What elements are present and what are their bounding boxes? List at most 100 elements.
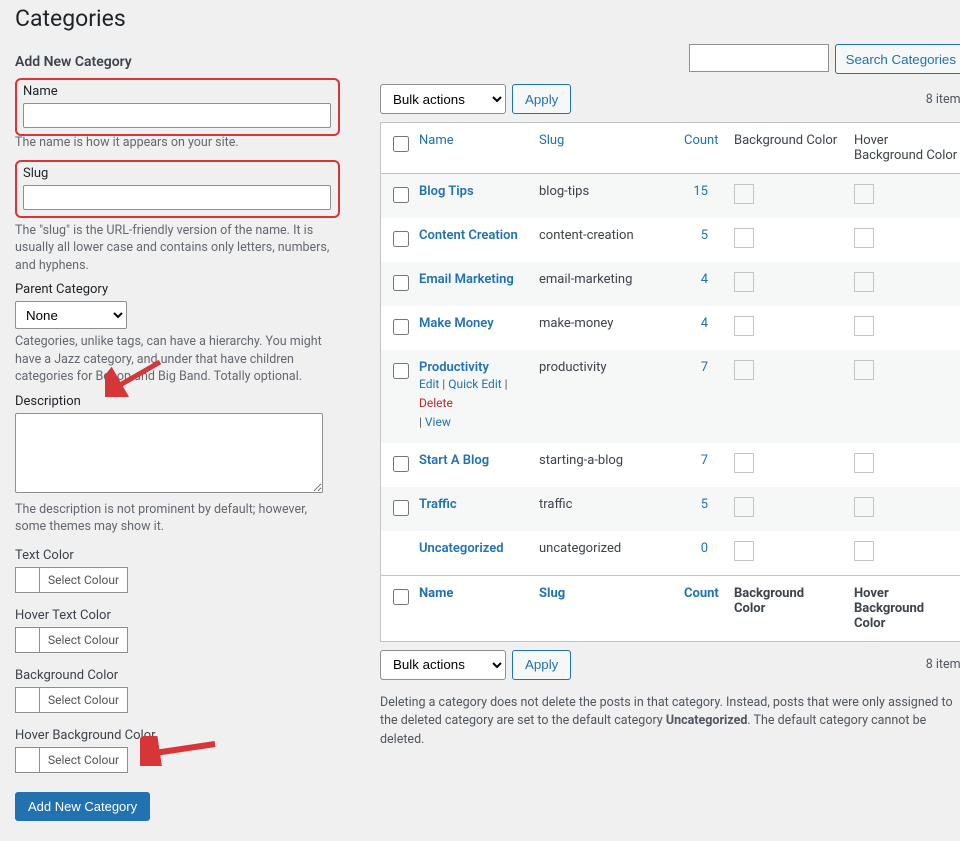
table-row: Start A Blog starting-a-blog 7 xyxy=(381,443,960,487)
column-footer-name[interactable]: Name xyxy=(419,586,453,601)
name-highlight-box: Name xyxy=(15,78,340,136)
text-color-picker[interactable]: Select Colour xyxy=(15,567,128,593)
column-header-name[interactable]: Name xyxy=(419,133,454,148)
apply-button-bottom[interactable]: Apply xyxy=(512,650,571,680)
bg-color-swatch xyxy=(734,228,754,248)
category-count-link[interactable]: 5 xyxy=(684,228,718,243)
column-footer-hbg: Hover Background Color xyxy=(846,575,960,641)
row-checkbox[interactable] xyxy=(393,319,409,335)
search-input[interactable] xyxy=(689,44,829,72)
hover-bg-color-swatch xyxy=(854,497,874,517)
apply-button-top[interactable]: Apply xyxy=(512,84,571,114)
select-all-top-checkbox[interactable] xyxy=(393,136,409,152)
row-checkbox[interactable] xyxy=(393,275,409,291)
bulk-actions-select-top[interactable]: Bulk actions xyxy=(380,84,506,114)
bg-color-swatch xyxy=(734,184,754,204)
parent-category-hint: Categories, unlike tags, can have a hier… xyxy=(15,333,335,386)
bg-color-swatch xyxy=(734,316,754,336)
column-footer-slug[interactable]: Slug xyxy=(539,586,565,601)
text-color-label: Text Color xyxy=(15,548,340,563)
column-header-bg: Background Color xyxy=(726,123,846,174)
description-label: Description xyxy=(15,394,340,409)
table-row: Traffic traffic 5 xyxy=(381,487,960,531)
category-name-link[interactable]: Email Marketing xyxy=(419,272,514,287)
items-count-top: 8 items xyxy=(926,92,960,107)
hover-background-color-label: Hover Background Color xyxy=(15,728,340,743)
row-checkbox[interactable] xyxy=(393,187,409,203)
bg-color-swatch xyxy=(734,360,754,380)
select-all-bottom-checkbox[interactable] xyxy=(393,589,409,605)
hover-bg-color-swatch xyxy=(854,272,874,292)
hover-text-color-label: Hover Text Color xyxy=(15,608,340,623)
row-checkbox[interactable] xyxy=(393,456,409,472)
hover-bg-color-swatch xyxy=(854,184,874,204)
hover-bg-color-swatch xyxy=(854,360,874,380)
hover-bg-color-swatch xyxy=(854,453,874,473)
color-swatch xyxy=(16,568,40,592)
color-swatch xyxy=(16,688,40,712)
categories-table: Name Slug Count Background Color Hover B… xyxy=(381,123,960,641)
category-count-link[interactable]: 7 xyxy=(684,360,718,375)
parent-category-select[interactable]: None xyxy=(15,301,127,329)
column-header-hbg: Hover Background Color xyxy=(846,123,960,174)
category-name-link[interactable]: Content Creation xyxy=(419,228,518,243)
row-action-edit[interactable]: Edit xyxy=(419,377,439,391)
name-label: Name xyxy=(23,84,332,99)
hover-background-color-picker[interactable]: Select Colour xyxy=(15,747,128,773)
column-header-count[interactable]: Count xyxy=(684,133,718,148)
category-count-link[interactable]: 15 xyxy=(684,184,718,199)
row-action-quick-edit[interactable]: Quick Edit xyxy=(448,377,501,391)
description-textarea[interactable] xyxy=(15,413,323,493)
category-slug: traffic xyxy=(531,487,676,531)
category-name-link[interactable]: Traffic xyxy=(419,497,457,512)
category-name-link[interactable]: Make Money xyxy=(419,316,494,331)
delete-note: Deleting a category does not delete the … xyxy=(380,694,960,750)
color-swatch xyxy=(16,628,40,652)
table-row: Blog Tips blog-tips 15 xyxy=(381,174,960,219)
name-input[interactable] xyxy=(23,103,331,128)
row-action-view[interactable]: View xyxy=(425,415,451,429)
items-count-bottom: 8 items xyxy=(926,657,960,672)
search-categories-button[interactable]: Search Categories xyxy=(835,44,960,74)
slug-label: Slug xyxy=(23,166,332,181)
table-row: Content Creation content-creation 5 xyxy=(381,218,960,262)
row-checkbox[interactable] xyxy=(393,231,409,247)
bg-color-swatch xyxy=(734,541,754,561)
table-row: Email Marketing email-marketing 4 xyxy=(381,262,960,306)
hover-bg-color-swatch xyxy=(854,541,874,561)
slug-highlight-box: Slug xyxy=(15,160,340,218)
bulk-actions-select-bottom[interactable]: Bulk actions xyxy=(380,650,506,680)
category-name-link[interactable]: Productivity xyxy=(419,360,489,375)
add-new-category-button[interactable]: Add New Category xyxy=(15,792,150,821)
category-count-link[interactable]: 4 xyxy=(684,272,718,287)
category-slug: content-creation xyxy=(531,218,676,262)
column-footer-bg: Background Color xyxy=(726,575,846,641)
add-new-category-heading: Add New Category xyxy=(15,54,340,70)
row-action-delete[interactable]: Delete xyxy=(419,396,453,410)
column-footer-count[interactable]: Count xyxy=(684,586,719,601)
bg-color-swatch xyxy=(734,453,754,473)
category-name-link[interactable]: Start A Blog xyxy=(419,453,489,468)
category-count-link[interactable]: 4 xyxy=(684,316,718,331)
slug-hint: The "slug" is the URL-friendly version o… xyxy=(15,222,335,275)
hover-bg-color-swatch xyxy=(854,228,874,248)
hover-text-color-picker[interactable]: Select Colour xyxy=(15,627,128,653)
category-slug: email-marketing xyxy=(531,262,676,306)
row-checkbox[interactable] xyxy=(393,363,409,379)
parent-category-label: Parent Category xyxy=(15,282,340,297)
category-slug: starting-a-blog xyxy=(531,443,676,487)
category-name-link[interactable]: Blog Tips xyxy=(419,184,474,199)
table-row: Make Moneymake-money4 xyxy=(381,306,960,350)
row-checkbox[interactable] xyxy=(393,500,409,516)
category-count-link[interactable]: 0 xyxy=(684,541,718,556)
category-name-link[interactable]: Uncategorized xyxy=(419,541,504,556)
category-count-link[interactable]: 5 xyxy=(684,497,718,512)
name-hint: The name is how it appears on your site. xyxy=(15,134,335,152)
category-slug: blog-tips xyxy=(531,174,676,219)
hover-bg-color-swatch xyxy=(854,316,874,336)
slug-input[interactable] xyxy=(23,185,331,210)
background-color-picker[interactable]: Select Colour xyxy=(15,687,128,713)
category-count-link[interactable]: 7 xyxy=(684,453,718,468)
column-header-slug[interactable]: Slug xyxy=(539,133,564,148)
row-actions: Edit | Quick Edit | Delete| View xyxy=(419,375,523,433)
